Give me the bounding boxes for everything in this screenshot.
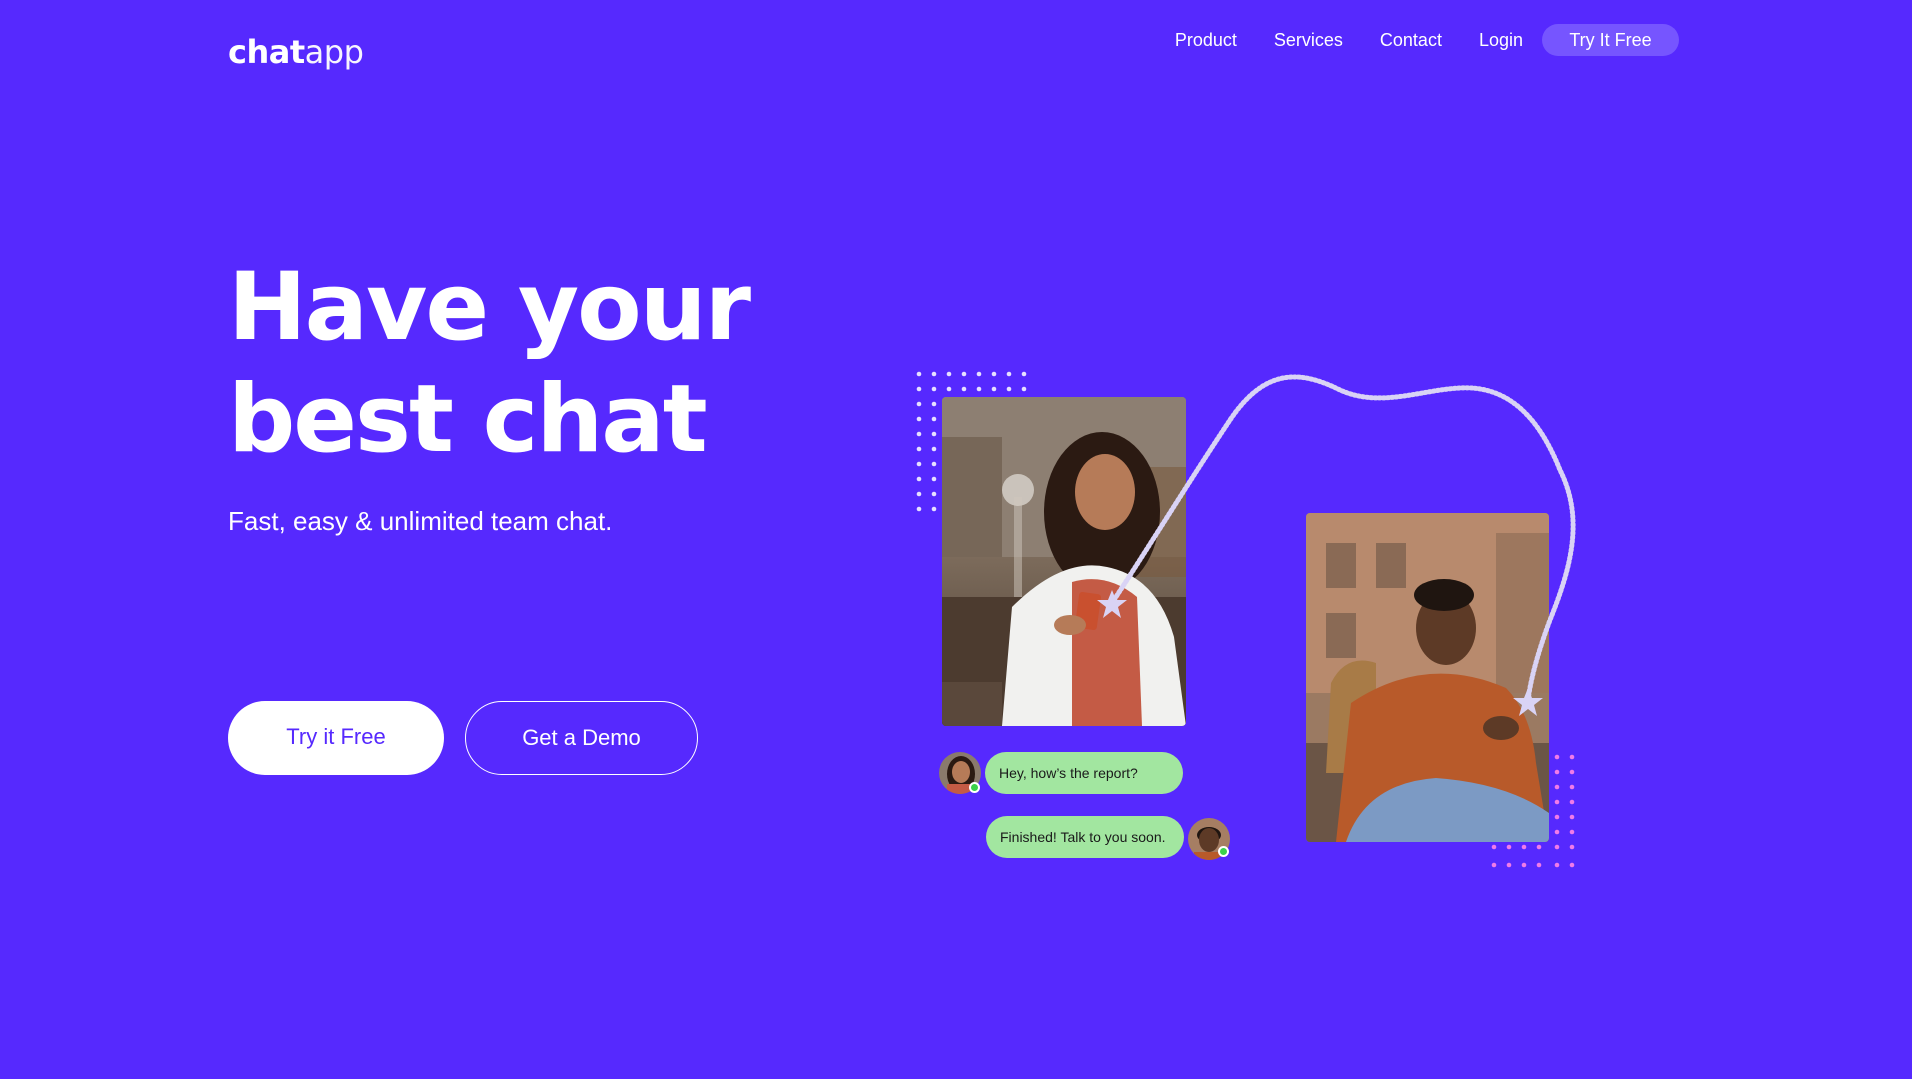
online-status-icon: [969, 782, 980, 793]
landing-page: chatapp Product Services Contact Login T…: [0, 0, 1912, 1079]
nav-services-link[interactable]: Services: [1274, 24, 1343, 56]
chatapp-logo[interactable]: chatapp: [228, 30, 364, 74]
try-it-free-button[interactable]: Try it Free: [228, 701, 444, 775]
woman-photo: [942, 397, 1186, 726]
get-a-demo-button[interactable]: Get a Demo: [465, 701, 698, 775]
hero-subline: Fast, easy & unlimited team chat.: [228, 506, 613, 536]
top-nav: Product Services Contact Login Try It Fr…: [1138, 24, 1679, 56]
headline-line-1: Have your: [228, 253, 751, 362]
chat-message-1: Hey, how’s the report?: [985, 752, 1183, 794]
man-photo: [1306, 513, 1549, 842]
nav-login-link[interactable]: Login: [1479, 24, 1523, 56]
chat-message-2: Finished! Talk to you soon.: [986, 816, 1184, 858]
nav-contact-link[interactable]: Contact: [1380, 24, 1442, 56]
logo-light-text: app: [304, 33, 364, 71]
nav-product-link[interactable]: Product: [1175, 24, 1237, 56]
logo-bold-text: chat: [228, 33, 305, 71]
headline-line-2: best chat: [228, 365, 708, 474]
online-status-icon: [1218, 846, 1229, 857]
hero-headline: Have your best chat: [228, 252, 751, 476]
nav-try-free-button[interactable]: Try It Free: [1542, 24, 1679, 56]
